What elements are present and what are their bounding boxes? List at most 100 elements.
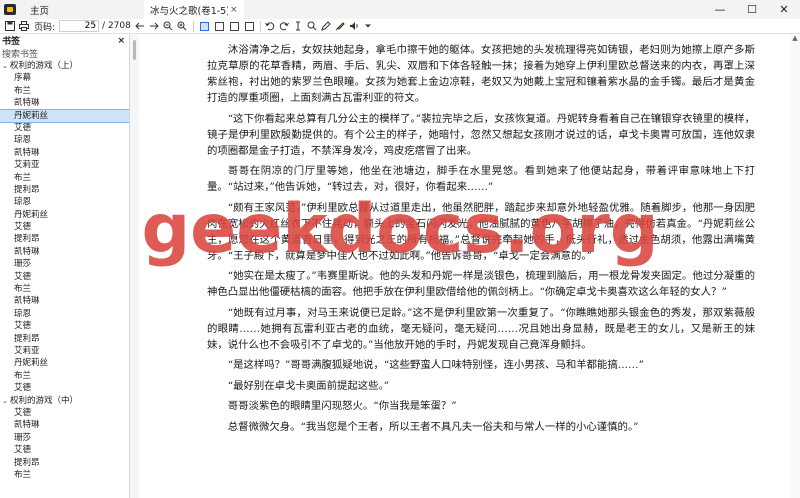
paragraph: “她实在是太瘦了。”韦赛里斯说。他的头发和丹妮一样是淡银色，梳理到脑后，用一根龙… — [207, 270, 755, 298]
bookmark-item[interactable]: 布兰 — [0, 85, 129, 97]
bookmark-item[interactable]: 珊莎 — [0, 258, 129, 270]
bookmark-label: 艾德 — [14, 222, 32, 233]
tab-document[interactable]: 冰与火之歌(卷1-5)权力的... × — [144, 0, 244, 19]
bookmark-item[interactable]: 艾德 — [0, 407, 129, 419]
bookmark-item[interactable]: 提利昂 — [0, 457, 129, 469]
bookmark-label: 艾德 — [14, 122, 32, 133]
sidebar-title: 书签 — [2, 37, 21, 47]
bookmark-item[interactable]: 琼恩 — [0, 196, 129, 208]
speaker-icon[interactable] — [348, 20, 360, 32]
bookmark-label: 凯特琳 — [14, 98, 40, 109]
bookmark-item[interactable]: 琼恩 — [0, 308, 129, 320]
paragraph: “颇有王家风范，”伊利里欧总督从过道里走出，他虽然肥胖，踏起步来却意外地轻盈优雅… — [207, 201, 755, 262]
tab-home-label: 主页 — [30, 5, 50, 17]
print-icon[interactable] — [18, 20, 30, 32]
bookmark-item[interactable]: 丹妮莉丝 — [0, 209, 129, 221]
bookmark-item[interactable]: 艾莉亚 — [0, 345, 129, 357]
toolbar: 页码: / 2708 — [0, 19, 800, 34]
tab-close-icon[interactable]: × — [230, 5, 238, 15]
document-scrollbar[interactable]: ▲ — [790, 34, 800, 498]
bookmark-item[interactable]: 布兰 — [0, 469, 129, 481]
bookmark-label: 丹妮莉丝 — [14, 209, 49, 220]
page-number-input[interactable] — [59, 20, 100, 32]
find-icon[interactable] — [306, 20, 318, 32]
zoom-in-icon[interactable] — [176, 20, 188, 32]
page-content: 沐浴清净之后，女奴扶她起身，拿毛巾擦干她的躯体。女孩把她的头发梳理得亮如铸银，老… — [207, 42, 755, 439]
rotate-left-icon[interactable] — [264, 20, 276, 32]
paragraph: 总督微微欠身。“我当您是个王者，所以王者不具凡夫一俗夫和与常人一样的小心谨慎的。… — [227, 420, 639, 433]
minimize-icon[interactable]: — — [704, 0, 736, 19]
bookmark-label: 艾德 — [14, 407, 32, 418]
bookmark-label: 凯特琳 — [14, 246, 40, 257]
bookmark-group[interactable]: ⌄ 权利的游戏（中） — [0, 395, 129, 407]
title-bar: 主页 冰与火之歌(卷1-5)权力的... × — ☐ ✕ — [0, 0, 800, 19]
zoom-out-icon[interactable] — [162, 20, 174, 32]
save-icon[interactable] — [4, 20, 16, 32]
bookmark-item[interactable]: 艾德 — [0, 320, 129, 332]
bookmark-item[interactable]: 布兰 — [0, 283, 129, 295]
chevron-down-icon[interactable]: ⌄ — [2, 395, 10, 407]
bookmark-item[interactable]: 艾德 — [0, 382, 129, 394]
bookmark-item[interactable]: 丹妮莉丝 — [0, 357, 129, 369]
bookmark-label: 布兰 — [14, 85, 32, 96]
close-window-icon[interactable]: ✕ — [768, 0, 800, 19]
bookmark-item[interactable]: 提利昂 — [0, 233, 129, 245]
toolbar-separator — [192, 20, 194, 32]
bookmark-item[interactable]: 琼恩 — [0, 134, 129, 146]
bookmark-label: 权利的游戏（上） — [10, 61, 79, 71]
forward-arrow-icon[interactable] — [148, 20, 160, 32]
annotate-icon[interactable] — [320, 20, 332, 32]
sidebar-scrollbar-thumb[interactable] — [133, 40, 136, 60]
bookmark-search-input[interactable]: 搜索书签 — [0, 47, 129, 60]
sidebar-close-icon[interactable]: × — [117, 36, 125, 46]
bookmark-label: 艾德 — [14, 321, 32, 332]
bookmark-label: 艾莉亚 — [14, 345, 40, 356]
bookmark-label: 布兰 — [14, 370, 32, 381]
tab-document-label: 冰与火之歌(卷1-5)权力的... — [150, 5, 228, 17]
highlight-icon[interactable] — [334, 20, 346, 32]
bookmark-label: 布兰 — [14, 172, 32, 183]
bookmark-item[interactable]: 提利昂 — [0, 184, 129, 196]
bookmark-item[interactable]: 凯特琳 — [0, 147, 129, 159]
bookmark-item[interactable]: 凯特琳 — [0, 246, 129, 258]
sidebar-header: 书签 × — [0, 34, 129, 48]
bookmark-item[interactable]: 珊莎 — [0, 432, 129, 444]
select-text-icon[interactable] — [292, 20, 304, 32]
facing-view-icon[interactable] — [229, 21, 239, 31]
bookmark-item[interactable]: 凯特琳 — [0, 419, 129, 431]
bookmark-label: 珊莎 — [14, 432, 32, 443]
bookmark-item[interactable]: 布兰 — [0, 172, 129, 184]
bookmark-item[interactable]: 艾德 — [0, 221, 129, 233]
rotate-right-icon[interactable] — [278, 20, 290, 32]
sidebar-scrollbar[interactable] — [130, 34, 139, 498]
bookmark-item[interactable]: 序幕 — [0, 72, 129, 84]
bookmark-item[interactable]: 提利昂 — [0, 333, 129, 345]
tab-home[interactable]: 主页 — [16, 0, 144, 19]
bookmark-item[interactable]: 艾德 — [0, 271, 129, 283]
maximize-icon[interactable]: ☐ — [736, 0, 768, 19]
back-arrow-icon[interactable] — [134, 20, 146, 32]
book-view-icon[interactable] — [244, 21, 254, 31]
bookmark-label: 琼恩 — [14, 135, 32, 146]
bookmark-label: 布兰 — [14, 469, 32, 480]
bookmark-item[interactable]: 凯特琳 — [0, 295, 129, 307]
single-page-view-icon[interactable] — [199, 21, 209, 31]
bookmark-label: 艾德 — [14, 383, 32, 394]
bookmark-label: 珊莎 — [14, 259, 32, 270]
bookmark-group[interactable]: ⌄ 权利的游戏（上） — [0, 60, 129, 72]
paragraph: 沐浴清净之后，女奴扶她起身，拿毛巾擦干她的躯体。女孩把她的头发梳理得亮如铸银，老… — [207, 44, 755, 104]
dropdown-chevron-icon[interactable] — [362, 20, 374, 32]
bookmark-item[interactable]: 艾莉亚 — [0, 159, 129, 171]
bookmark-item[interactable]: 凯特琳 — [0, 97, 129, 109]
bookmark-label: 琼恩 — [14, 197, 32, 208]
bookmark-item[interactable]: 艾德 — [0, 444, 129, 456]
bookmark-item[interactable]: 艾德 — [0, 122, 129, 134]
continuous-view-icon[interactable] — [214, 21, 224, 31]
page-total: / 2708 — [102, 21, 131, 31]
document-viewer[interactable]: 沐浴清净之后，女奴扶她起身，拿毛巾擦干她的躯体。女孩把她的头发梳理得亮如铸银，老… — [139, 34, 790, 498]
bookmark-item[interactable]: 布兰 — [0, 370, 129, 382]
paragraph: “是这样吗？”哥哥满腹狐疑地说，“这些野蛮人口味特别怪，连小男孩、马和羊都能搞…… — [227, 359, 644, 371]
scroll-up-icon[interactable]: ▲ — [790, 34, 800, 42]
bookmark-item[interactable]: 丹妮莉丝 — [0, 108, 129, 123]
chevron-down-icon[interactable]: ⌄ — [2, 60, 10, 72]
